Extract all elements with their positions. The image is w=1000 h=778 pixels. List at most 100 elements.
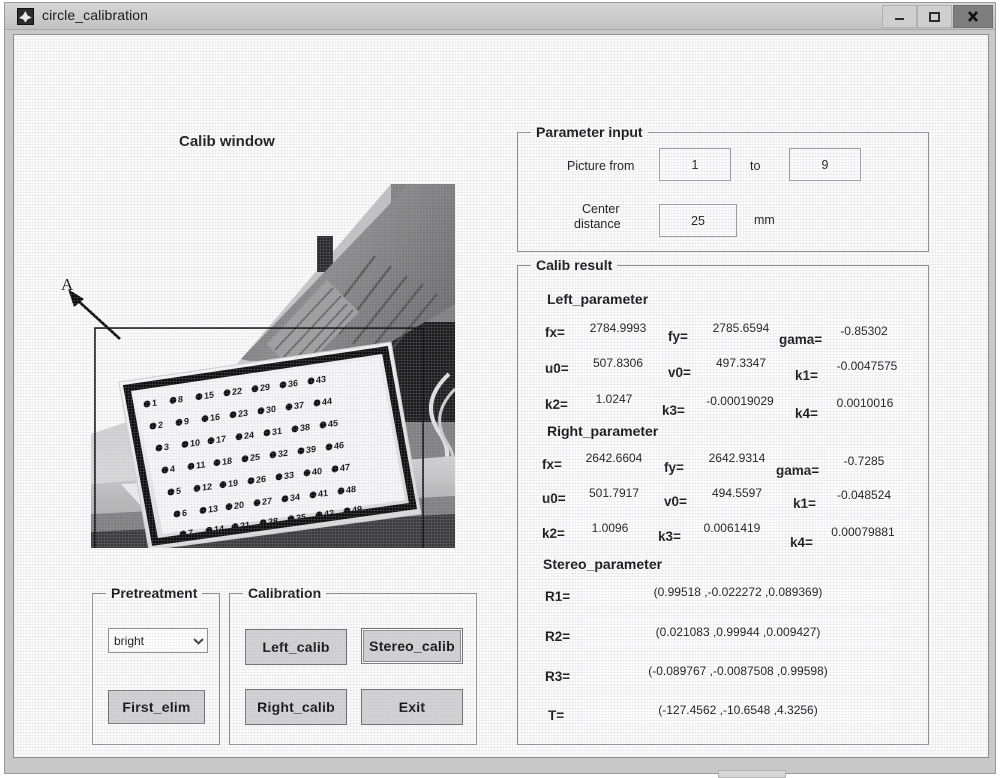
left-gama-label: gama= [779,332,823,347]
svg-text:23: 23 [238,408,248,419]
svg-text:9: 9 [184,416,189,427]
stereo-r3-label: R3= [545,669,571,684]
svg-text:7: 7 [188,528,193,539]
maximize-icon [929,11,940,22]
center-distance-input[interactable]: 25 [659,204,737,237]
svg-text:43: 43 [316,374,326,385]
calib-result-title: Calib result [531,257,618,273]
svg-text:39: 39 [306,444,316,455]
right-fx-value: 2642.6604 [570,445,658,471]
right-v0-label: v0= [664,494,687,509]
title-bar: circle_calibration [5,3,995,30]
svg-text:25: 25 [250,452,260,463]
unit-label: mm [754,213,775,227]
left-k3-label: k3= [662,403,685,418]
pretreatment-dropdown-value: bright [114,633,145,648]
right-k2-label: k2= [542,526,565,541]
parameter-input-title: Parameter input [531,124,648,140]
svg-text:31: 31 [272,426,282,437]
right-parameter-title: Right_parameter [547,423,659,439]
left-gama-value: -0.85302 [824,318,904,343]
svg-text:40: 40 [312,466,322,477]
svg-text:33: 33 [284,470,294,481]
right-gama-label: gama= [776,463,820,478]
svg-text:32: 32 [278,448,288,459]
picture-from-label: Picture from [567,159,635,173]
left-parameter-title: Left_parameter [547,291,649,307]
minimize-button[interactable] [882,5,917,28]
right-gama-value: -0.7285 [825,448,903,473]
right-k1-label: k1= [793,496,816,511]
right-fy-label: fy= [664,460,684,475]
left-k1-value: -0.0047575 [822,353,912,379]
exit-button[interactable]: Exit [361,689,463,725]
svg-text:24: 24 [244,430,254,441]
left-v0-label: v0= [668,365,691,380]
right-k4-value: 0.00079881 [817,519,909,545]
svg-text:18: 18 [222,456,232,467]
svg-text:34: 34 [290,492,300,503]
calibration-title: Calibration [243,585,327,601]
svg-text:48: 48 [346,484,356,495]
left-fy-label: fy= [668,329,688,344]
svg-text:22: 22 [232,386,242,397]
minimize-icon [895,18,904,20]
right-k3-label: k3= [658,529,681,544]
application-window: circle_calibration Calib window 1 8 15 2… [4,2,996,774]
svg-text:10: 10 [190,437,200,448]
right-u0-value: 501.7917 [570,480,658,506]
svg-text:5: 5 [176,486,181,497]
picture-to-input[interactable]: 9 [789,148,861,181]
left-k1-label: k1= [795,368,818,383]
close-icon [968,11,978,22]
stereo-r3-value: (-0.089767 ,-0.0087508 ,0.99598) [584,657,892,685]
right-k1-value: -0.048524 [820,482,908,508]
bottom-edge-artifact [718,770,786,778]
left-fx-value: 2784.9993 [574,315,662,341]
calibration-photo[interactable]: 1 8 15 22 29 36 43 2 9 16 23 30 37 44 3 … [91,184,455,548]
to-label: to [750,159,761,173]
svg-text:3: 3 [164,442,169,453]
svg-text:28: 28 [268,516,278,527]
svg-text:11: 11 [196,459,206,470]
svg-text:30: 30 [266,404,276,415]
stereo-r2-value: (0.021083 ,0.99944 ,0.009427) [584,618,892,646]
center-distance-label-line2: distance [574,217,621,231]
left-fx-label: fx= [545,325,565,340]
right-u0-label: u0= [542,491,566,506]
maximize-button[interactable] [917,5,952,28]
svg-text:41: 41 [318,488,328,499]
svg-text:4: 4 [170,464,175,475]
svg-text:27: 27 [262,496,272,507]
first-elim-button[interactable]: First_elim [108,690,205,724]
left-u0-label: u0= [545,361,569,376]
right-calib-button[interactable]: Right_calib [245,689,347,725]
svg-text:44: 44 [322,396,332,407]
right-v0-value: 494.5597 [693,480,781,506]
svg-text:20: 20 [234,500,244,511]
svg-text:45: 45 [328,418,338,429]
svg-text:6: 6 [182,508,187,519]
svg-text:1: 1 [152,398,157,409]
right-k3-value: 0.0061419 [686,515,778,541]
stereo-calib-button[interactable]: Stereo_calib [361,628,463,664]
svg-text:47: 47 [340,462,350,473]
svg-text:49: 49 [352,504,362,515]
svg-text:8: 8 [178,394,183,405]
pretreatment-dropdown[interactable]: bright [108,628,208,653]
calib-window-title: Calib window [179,133,275,150]
stereo-r1-label: R1= [545,589,571,604]
svg-text:16: 16 [210,412,220,423]
svg-text:12: 12 [202,481,212,492]
center-distance-label-line1: Center [582,202,620,216]
matlab-icon [17,8,34,25]
picture-from-input[interactable]: 1 [659,148,731,181]
right-fx-label: fx= [542,457,562,472]
stereo-r1-value: (0.99518 ,-0.022272 ,0.089369) [584,578,892,606]
close-button[interactable] [953,5,993,28]
window-title: circle_calibration [42,7,149,23]
right-k2-value: 1.0096 [570,515,650,541]
stereo-t-label: T= [548,708,565,723]
client-area: Calib window 1 8 15 22 29 36 43 2 9 16 2… [13,34,989,758]
left-calib-button[interactable]: Left_calib [245,629,347,665]
